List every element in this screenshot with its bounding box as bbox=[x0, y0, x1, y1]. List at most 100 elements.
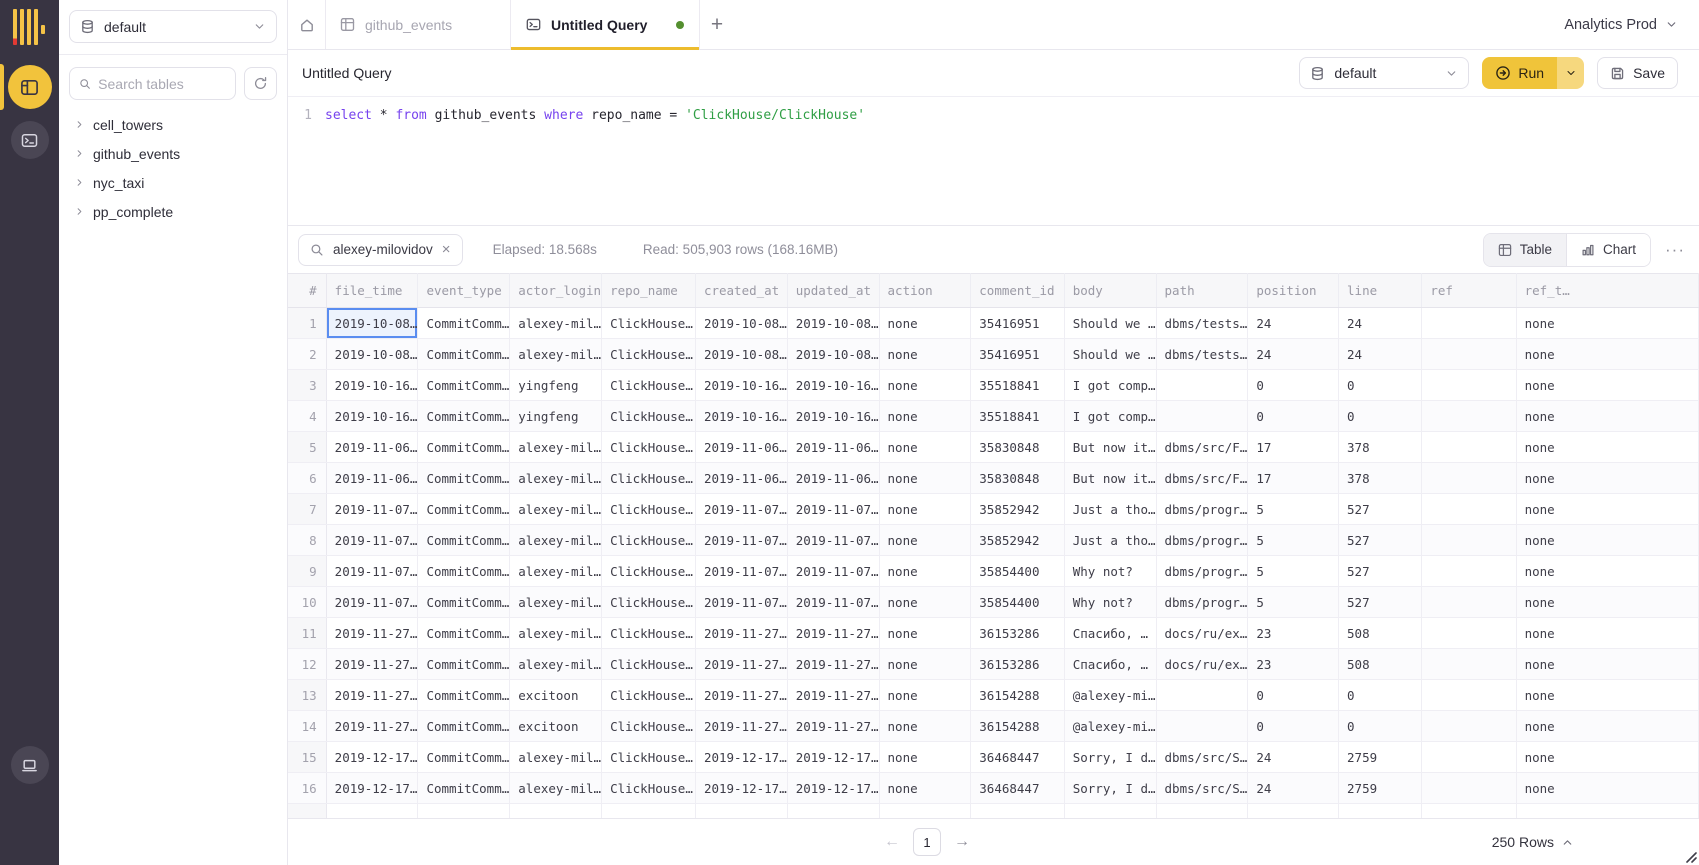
data-cell[interactable]: dbms/progr… bbox=[1156, 494, 1248, 525]
data-cell[interactable]: yingfeng bbox=[510, 401, 602, 432]
data-cell[interactable]: 2019-11-07… bbox=[787, 587, 879, 618]
data-cell[interactable]: CommitComm… bbox=[418, 525, 510, 556]
data-cell[interactable] bbox=[1156, 711, 1248, 742]
data-cell[interactable]: none bbox=[1516, 649, 1698, 680]
data-cell[interactable] bbox=[1156, 401, 1248, 432]
data-cell[interactable]: ClickHouse… bbox=[602, 742, 696, 773]
row-number-cell[interactable]: 2 bbox=[288, 339, 326, 370]
data-cell[interactable]: none bbox=[1516, 742, 1698, 773]
row-number-cell[interactable]: 4 bbox=[288, 401, 326, 432]
data-cell[interactable]: 378 bbox=[1339, 432, 1422, 463]
data-cell[interactable]: 2019-11-27… bbox=[695, 649, 787, 680]
data-cell[interactable]: 2759 bbox=[1339, 773, 1422, 804]
data-cell[interactable]: 2019-10-16… bbox=[695, 370, 787, 401]
row-number-cell[interactable]: 8 bbox=[288, 525, 326, 556]
data-cell[interactable]: yingfeng bbox=[510, 370, 602, 401]
row-number-cell[interactable]: 12 bbox=[288, 649, 326, 680]
data-cell[interactable]: 0 bbox=[1248, 370, 1339, 401]
data-cell[interactable]: 2019-11-07… bbox=[695, 494, 787, 525]
row-number-cell[interactable]: 13 bbox=[288, 680, 326, 711]
data-cell[interactable]: 2019-12-17… bbox=[326, 773, 418, 804]
data-cell[interactable]: 0 bbox=[1339, 711, 1422, 742]
data-cell[interactable] bbox=[1422, 587, 1516, 618]
data-cell[interactable] bbox=[1422, 742, 1516, 773]
data-cell[interactable]: CommitComm… bbox=[418, 463, 510, 494]
data-cell[interactable]: 35518841 bbox=[971, 401, 1064, 432]
rail-item-device[interactable] bbox=[0, 746, 59, 784]
data-cell[interactable]: 24 bbox=[1339, 308, 1422, 339]
clear-filter-icon[interactable]: × bbox=[442, 242, 451, 257]
data-cell[interactable]: 2019-11-27… bbox=[787, 618, 879, 649]
data-cell[interactable]: 2019-12-17… bbox=[787, 742, 879, 773]
data-cell[interactable]: 2019-11-27… bbox=[326, 680, 418, 711]
page-number[interactable]: 1 bbox=[913, 828, 941, 856]
data-cell[interactable]: dbms/tests… bbox=[1156, 339, 1248, 370]
data-cell[interactable]: none bbox=[1516, 587, 1698, 618]
data-cell[interactable]: none bbox=[879, 556, 971, 587]
data-cell[interactable]: 17 bbox=[1248, 432, 1339, 463]
data-cell[interactable]: Sorry, I d… bbox=[1064, 742, 1156, 773]
data-cell[interactable]: 2019-11-06… bbox=[695, 463, 787, 494]
data-cell[interactable]: 2019-11-07… bbox=[695, 525, 787, 556]
data-cell[interactable]: none bbox=[879, 308, 971, 339]
data-cell[interactable]: 2019-11-07… bbox=[787, 556, 879, 587]
data-cell[interactable]: 35416951 bbox=[971, 339, 1064, 370]
data-cell[interactable]: alexey-mil… bbox=[510, 339, 602, 370]
data-cell[interactable]: ClickHouse… bbox=[602, 649, 696, 680]
data-cell[interactable]: 2019-11-07… bbox=[695, 556, 787, 587]
data-cell[interactable] bbox=[1422, 525, 1516, 556]
data-cell[interactable]: 2019-12-17… bbox=[695, 742, 787, 773]
data-cell[interactable]: dbms/src/S… bbox=[1156, 742, 1248, 773]
data-cell[interactable]: 24 bbox=[1248, 308, 1339, 339]
column-header-file_time[interactable]: file_time bbox=[326, 274, 418, 308]
data-cell[interactable]: ClickHouse… bbox=[602, 587, 696, 618]
data-cell[interactable]: 0 bbox=[1248, 401, 1339, 432]
data-cell[interactable]: Спасибо, … bbox=[1064, 649, 1156, 680]
data-cell[interactable]: none bbox=[879, 494, 971, 525]
data-cell[interactable]: 36468447 bbox=[971, 742, 1064, 773]
data-cell[interactable]: But now it… bbox=[1064, 463, 1156, 494]
data-cell[interactable]: 527 bbox=[1339, 556, 1422, 587]
data-cell[interactable]: 2019-11-06… bbox=[787, 432, 879, 463]
data-cell[interactable] bbox=[1422, 463, 1516, 494]
column-header-row-number[interactable]: # bbox=[288, 274, 326, 308]
filter-chip[interactable]: alexey-milovidov × bbox=[298, 234, 463, 266]
data-cell[interactable]: 24 bbox=[1248, 339, 1339, 370]
data-cell[interactable]: ClickHouse… bbox=[602, 773, 696, 804]
data-cell[interactable]: excitoon bbox=[510, 711, 602, 742]
data-cell[interactable]: none bbox=[879, 339, 971, 370]
data-cell[interactable]: 36153286 bbox=[971, 618, 1064, 649]
data-cell[interactable]: ClickHouse… bbox=[602, 680, 696, 711]
data-cell[interactable]: 24 bbox=[1339, 339, 1422, 370]
data-cell[interactable]: @alexey-mi… bbox=[1064, 711, 1156, 742]
row-number-cell[interactable]: 1 bbox=[288, 308, 326, 339]
data-cell[interactable]: 2019-12-17… bbox=[695, 773, 787, 804]
data-cell[interactable]: none bbox=[1516, 370, 1698, 401]
data-cell[interactable]: none bbox=[1516, 618, 1698, 649]
view-table-button[interactable]: Table bbox=[1484, 234, 1566, 266]
rail-item-terminal[interactable] bbox=[0, 121, 59, 159]
data-cell[interactable]: docs/ru/ex… bbox=[1156, 618, 1248, 649]
row-number-cell[interactable]: 14 bbox=[288, 711, 326, 742]
data-cell[interactable]: none bbox=[879, 463, 971, 494]
data-cell[interactable]: 35852942 bbox=[971, 494, 1064, 525]
save-button[interactable]: Save bbox=[1597, 57, 1678, 89]
data-cell[interactable] bbox=[1422, 711, 1516, 742]
data-cell[interactable]: CommitComm… bbox=[418, 711, 510, 742]
data-cell[interactable]: alexey-mil… bbox=[510, 649, 602, 680]
data-cell[interactable]: @alexey-mi… bbox=[1064, 680, 1156, 711]
data-cell[interactable]: 2019-10-08… bbox=[695, 308, 787, 339]
data-cell[interactable]: 2019-10-16… bbox=[326, 370, 418, 401]
data-cell[interactable]: none bbox=[879, 773, 971, 804]
data-cell[interactable]: Just a tho… bbox=[1064, 494, 1156, 525]
data-cell[interactable]: CommitComm… bbox=[418, 308, 510, 339]
data-cell[interactable]: 2019-12-17… bbox=[326, 742, 418, 773]
data-cell[interactable]: none bbox=[1516, 680, 1698, 711]
data-cell[interactable]: Why not? bbox=[1064, 587, 1156, 618]
data-cell[interactable]: none bbox=[1516, 494, 1698, 525]
column-header-repo_name[interactable]: repo_name bbox=[602, 274, 696, 308]
data-cell[interactable]: 2019-10-08… bbox=[326, 339, 418, 370]
data-cell[interactable]: 2019-11-27… bbox=[787, 711, 879, 742]
search-tables-input[interactable] bbox=[98, 76, 226, 92]
data-cell[interactable]: none bbox=[879, 432, 971, 463]
